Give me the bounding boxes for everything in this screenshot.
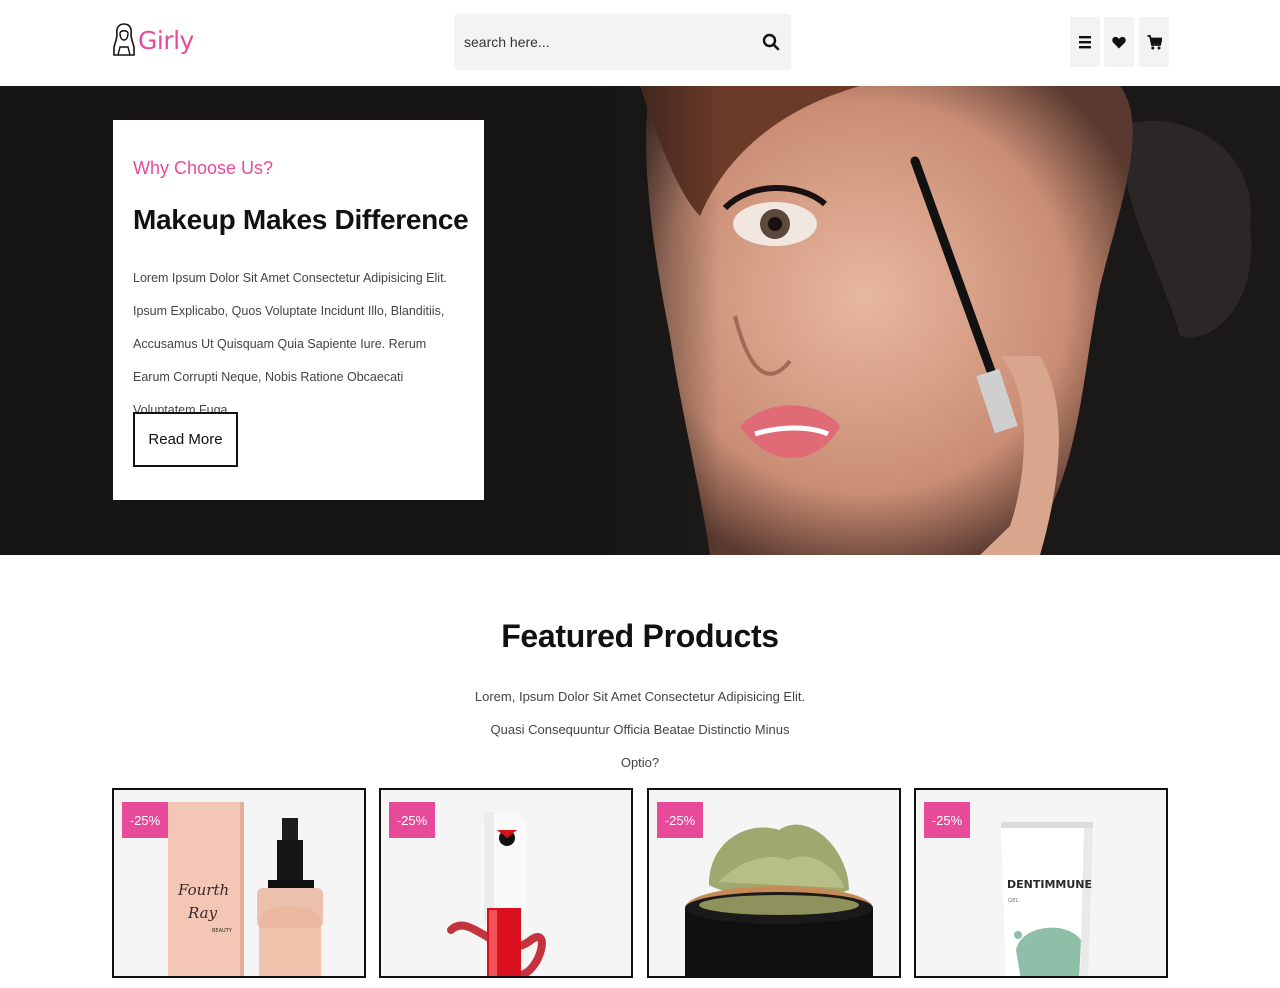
site-header: Girly	[0, 0, 1280, 86]
search-bar	[454, 14, 791, 70]
heart-icon	[1112, 36, 1126, 48]
discount-badge: -25%	[122, 802, 168, 838]
product-grid: -25% Fourth Ray BEAUTY -25% -25% -25% DE…	[112, 788, 1169, 988]
package-line: DENTIMMUNE	[1007, 878, 1092, 891]
cart-button[interactable]	[1139, 17, 1169, 67]
package-line: Ray	[187, 904, 218, 922]
hero-title: Makeup Makes Difference	[133, 204, 469, 235]
hero-model-image	[560, 86, 1280, 555]
package-line: Fourth	[177, 881, 229, 899]
hero-description: Lorem Ipsum Dolor Sit Amet Consectetur A…	[133, 271, 448, 417]
product-card[interactable]: -25%	[647, 788, 901, 978]
hero-banner: Why Choose Us? Makeup Makes Difference L…	[0, 86, 1280, 555]
read-more-button[interactable]: Read More	[133, 412, 238, 467]
menu-button[interactable]	[1070, 17, 1100, 67]
search-button[interactable]	[757, 28, 785, 56]
discount-badge: -25%	[924, 802, 970, 838]
package-line: BEAUTY	[212, 928, 233, 934]
discount-badge: -25%	[389, 802, 435, 838]
discount-badge: -25%	[657, 802, 703, 838]
hero-card: Why Choose Us? Makeup Makes Difference L…	[113, 120, 484, 500]
logo-woman-icon	[113, 23, 135, 56]
product-card[interactable]: -25% DENTIMMUNE GEL	[914, 788, 1168, 978]
search-input[interactable]	[454, 14, 744, 70]
logo-text: Girly	[138, 25, 194, 55]
search-icon	[762, 33, 780, 51]
product-card[interactable]: -25%	[379, 788, 633, 978]
cart-icon	[1147, 34, 1162, 49]
menu-icon	[1079, 36, 1091, 49]
wishlist-button[interactable]	[1104, 17, 1134, 67]
hero-subtitle: Why Choose Us?	[133, 158, 274, 178]
product-card[interactable]: -25% Fourth Ray BEAUTY	[112, 788, 366, 978]
featured-description: Lorem, Ipsum Dolor Sit Amet Consectetur …	[474, 689, 806, 770]
logo[interactable]: Girly	[112, 20, 194, 60]
featured-title: Featured Products	[501, 618, 779, 654]
package-line: GEL	[1008, 898, 1020, 904]
